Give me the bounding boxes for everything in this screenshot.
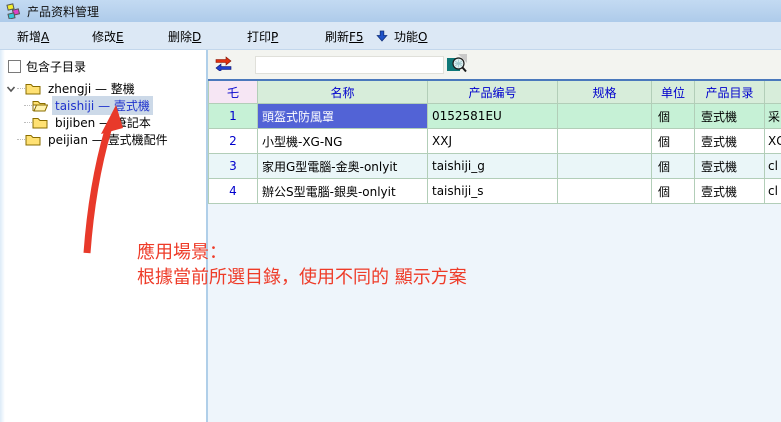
cell-spec[interactable] — [558, 129, 652, 154]
cell-name[interactable]: 辦公S型電腦-銀奥-onlyit — [258, 179, 428, 204]
product-table: 乇名称产品编号规格单位产品目录 1頭盔式防風罩0152581EU個壹式機采2小型… — [208, 79, 781, 204]
annotation-line2: 根據當前所選目錄，使用不同的 顯示方案 — [137, 265, 467, 290]
cell-unit[interactable]: 個 — [652, 129, 695, 154]
tree-item-taishiji[interactable]: taishiji — 壹式機 — [0, 97, 206, 114]
search-bar — [208, 50, 781, 79]
tree-item-bijiben[interactable]: bijiben — 筆記本 — [0, 114, 206, 131]
catalog-tree: zhengji — 整機taishiji — 壹式機bijiben — 筆記本p… — [0, 80, 206, 148]
cell-catalog[interactable]: 壹式機 — [695, 154, 765, 179]
button-label: 打印P — [247, 28, 278, 45]
button-label: 修改E — [92, 28, 124, 45]
cell-code[interactable]: taishiji_s — [428, 179, 558, 204]
column-header-0[interactable]: 乇 — [208, 81, 258, 104]
cell-seq[interactable]: 4 — [208, 179, 258, 204]
tree-connector — [17, 88, 25, 89]
cell-unit[interactable]: 個 — [652, 154, 695, 179]
annotation-line1: 應用場景： — [137, 240, 467, 265]
page-title: 产品资料管理 — [27, 3, 99, 20]
cell-name[interactable]: 小型機-XG-NG — [258, 129, 428, 154]
column-header-3[interactable]: 规格 — [558, 81, 652, 104]
column-header-1[interactable]: 名称 — [258, 81, 428, 104]
title-bar: 产品资料管理 — [0, 0, 781, 22]
cell-spec[interactable] — [558, 104, 652, 129]
cell-catalog[interactable]: 壹式機 — [695, 179, 765, 204]
search-icon[interactable] — [447, 54, 468, 74]
cell-code[interactable]: taishiji_g — [428, 154, 558, 179]
delete-button[interactable]: 删除D — [168, 27, 201, 45]
folder-closed-icon — [25, 82, 41, 95]
include-subdir-checkbox[interactable]: 包含子目录 — [8, 58, 86, 75]
table-row: 2小型機-XG-NGXXJ 個壹式機XG — [208, 129, 781, 154]
cell-catalog[interactable]: 壹式機 — [695, 129, 765, 154]
swap-arrows-icon[interactable] — [215, 56, 232, 71]
checkbox-label: 包含子目录 — [26, 58, 86, 75]
down-arrow-icon — [376, 30, 388, 42]
table-body: 1頭盔式防風罩0152581EU個壹式機采2小型機-XG-NGXXJ個壹式機XG… — [208, 104, 781, 204]
column-header-5[interactable]: 产品目录 — [695, 81, 765, 104]
column-header-4[interactable]: 单位 — [652, 81, 695, 104]
column-header-2[interactable]: 产品编号 — [428, 81, 558, 104]
table-header-row: 乇名称产品编号规格单位产品目录 — [208, 81, 781, 104]
cell-seq[interactable]: 1 — [208, 104, 258, 129]
cell-catalog[interactable]: 壹式機 — [695, 104, 765, 129]
cell-code[interactable]: 0152581EU — [428, 104, 558, 129]
button-label: 刷新F5 — [325, 28, 364, 45]
cell-extra[interactable]: 采 — [765, 104, 781, 129]
tree-item-label: peijian — 壹式機配件 — [45, 130, 171, 149]
cell-name[interactable]: 家用G型電腦-金奥-onlyit — [258, 154, 428, 179]
button-label: 功能O — [394, 28, 427, 45]
table-row: 1頭盔式防風罩0152581EU 個壹式機采 — [208, 104, 781, 129]
cell-unit[interactable]: 個 — [652, 104, 695, 129]
folder-closed-icon — [32, 116, 48, 129]
tree-connector — [17, 139, 25, 140]
table-row: 3家用G型電腦-金奥-onlyittaishiji_g 個壹式機cl — [208, 154, 781, 179]
cell-name[interactable]: 頭盔式防風罩 — [258, 104, 428, 129]
refresh-button[interactable]: 刷新F5 — [325, 27, 364, 45]
cell-code[interactable]: XXJ — [428, 129, 558, 154]
edit-button[interactable]: 修改E — [92, 27, 124, 45]
print-button[interactable]: 打印P — [247, 27, 278, 45]
button-label: 新增A — [17, 28, 49, 45]
down-arrow-icon — [376, 30, 388, 42]
app-icon — [5, 3, 21, 19]
tree-item-zhengji[interactable]: zhengji — 整機 — [0, 80, 206, 97]
cell-spec[interactable] — [558, 154, 652, 179]
add-button[interactable]: 新增A — [17, 27, 49, 45]
tree-connector — [24, 105, 32, 106]
cell-spec[interactable] — [558, 179, 652, 204]
cell-extra[interactable]: cl — [765, 179, 781, 204]
folder-open-icon — [32, 99, 48, 112]
toolbar: 新增A 修改E 删除D 打印P 刷新F5 功能O — [0, 22, 781, 50]
cell-seq[interactable]: 3 — [208, 154, 258, 179]
function-button[interactable]: 功能O — [376, 27, 427, 45]
search-input[interactable] — [255, 56, 444, 74]
app-window: 产品资料管理 新增A 修改E 删除D 打印P 刷新F5 功能O 包含子目录 zhengji… — [0, 0, 781, 422]
tree-item-peijian[interactable]: peijian — 壹式機配件 — [0, 131, 206, 148]
tree-connector — [24, 122, 32, 123]
window-left-edge — [0, 50, 5, 422]
chevron-down-icon — [5, 83, 17, 95]
cell-seq[interactable]: 2 — [208, 129, 258, 154]
product-panel: 乇名称产品编号规格单位产品目录 1頭盔式防風罩0152581EU個壹式機采2小型… — [208, 50, 781, 422]
catalog-panel: 包含子目录 zhengji — 整機taishiji — 壹式機bijiben … — [0, 50, 206, 422]
checkbox-box[interactable] — [8, 60, 21, 73]
folder-closed-icon — [25, 133, 41, 146]
annotation-text: 應用場景： 根據當前所選目錄，使用不同的 顯示方案 — [137, 240, 467, 290]
button-label: 删除D — [168, 28, 201, 45]
cell-unit[interactable]: 個 — [652, 179, 695, 204]
cell-extra[interactable]: cl — [765, 154, 781, 179]
table-row: 4辦公S型電腦-銀奥-onlyittaishiji_s 個壹式機cl — [208, 179, 781, 204]
column-header-6[interactable] — [765, 81, 781, 104]
cell-extra[interactable]: XG — [765, 129, 781, 154]
